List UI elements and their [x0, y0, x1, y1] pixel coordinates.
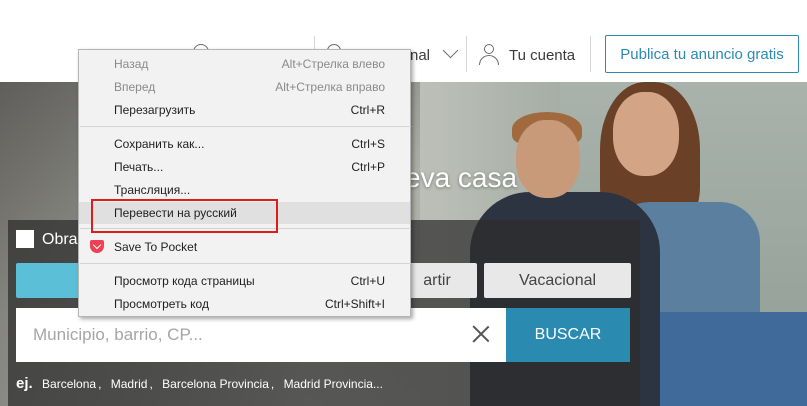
highlight-annotation-box	[91, 199, 278, 233]
example-link[interactable]: Madrid	[111, 377, 148, 391]
account-link[interactable]: Tu cuenta	[509, 47, 575, 64]
menu-item-save-to-pocket[interactable]: Save To Pocket	[79, 236, 410, 258]
search-button[interactable]: BUSCAR	[506, 308, 630, 362]
menu-item-cast[interactable]: Трансляция...	[79, 179, 410, 201]
examples-prefix: ej.	[16, 375, 33, 392]
menu-item-reload[interactable]: Перезагрузить Ctrl+R	[79, 99, 410, 121]
example-link[interactable]: Madrid Provincia...	[284, 377, 383, 391]
context-menu: Назад Alt+Стрелка влево Вперед Alt+Стрел…	[78, 49, 411, 317]
menu-item-back[interactable]: Назад Alt+Стрелка влево	[79, 53, 410, 75]
tab-vacacional[interactable]: Vacacional	[484, 263, 631, 298]
example-link[interactable]: Barcelona Provincia	[162, 377, 269, 391]
menu-separator	[80, 263, 411, 264]
header-divider	[590, 36, 591, 72]
user-icon[interactable]	[479, 44, 499, 66]
pocket-icon	[90, 240, 104, 253]
header-divider	[466, 36, 467, 72]
menu-item-print[interactable]: Печать... Ctrl+P	[79, 156, 410, 178]
clear-icon[interactable]	[470, 323, 492, 345]
menu-item-inspect[interactable]: Просмотреть код Ctrl+Shift+I	[79, 293, 410, 315]
publish-ad-button[interactable]: Publica tu anuncio gratis	[605, 35, 799, 73]
example-link[interactable]: Barcelona	[42, 377, 96, 391]
menu-item-save-as[interactable]: Сохранить как... Ctrl+S	[79, 133, 410, 155]
checkbox-label: Obra	[42, 231, 78, 248]
chevron-down-icon[interactable]	[442, 42, 459, 59]
menu-item-forward[interactable]: Вперед Alt+Стрелка вправо	[79, 76, 410, 98]
obra-nueva-checkbox[interactable]	[16, 230, 34, 248]
menu-separator	[80, 126, 411, 127]
menu-item-view-source[interactable]: Просмотр кода страницы Ctrl+U	[79, 270, 410, 292]
hero-title: eva casa	[405, 162, 518, 193]
search-examples: ej. Barcelona, Madrid, Barcelona Provinc…	[16, 375, 383, 392]
header-menu-label[interactable]: nal	[410, 47, 430, 64]
